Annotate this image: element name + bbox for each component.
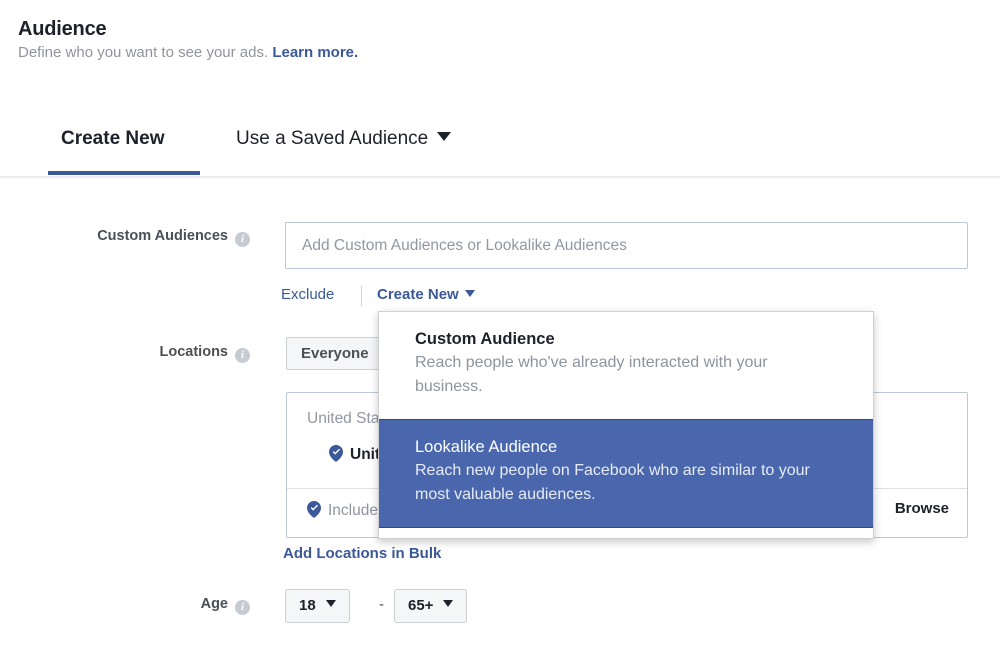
- age-max-select[interactable]: 65+: [394, 589, 468, 623]
- custom-audiences-label: Custom Audiences i: [70, 228, 250, 247]
- map-pin-icon: [307, 501, 321, 518]
- audience-tabs: Create New Use a Saved Audience: [0, 128, 1000, 177]
- exclude-link[interactable]: Exclude: [281, 286, 334, 303]
- dropdown-item-description: Reach new people on Facebook who are sim…: [415, 462, 810, 503]
- page-subtitle: Define who you want to see your ads. Lea…: [18, 44, 358, 61]
- age-label: Age i: [70, 596, 250, 615]
- info-icon[interactable]: i: [235, 600, 250, 615]
- tab-use-saved-audience-label: Use a Saved Audience: [236, 128, 429, 149]
- browse-button[interactable]: Browse: [895, 500, 949, 517]
- info-icon[interactable]: i: [235, 348, 250, 363]
- locations-label: Locations i: [70, 344, 250, 363]
- create-new-label: Create New: [377, 286, 459, 303]
- active-tab-underline: [48, 171, 200, 175]
- audience-panel: Audience Define who you want to see your…: [0, 0, 1000, 645]
- locations-label-text: Locations: [159, 344, 228, 360]
- age-separator: -: [379, 596, 384, 613]
- dropdown-item-lookalike-audience[interactable]: Lookalike Audience Reach new people on F…: [379, 419, 873, 528]
- age-min-value: 18: [299, 597, 316, 614]
- chevron-down-icon: [325, 600, 336, 607]
- custom-audiences-label-text: Custom Audiences: [97, 228, 228, 244]
- map-pin-icon: [329, 445, 343, 462]
- tab-use-saved-audience[interactable]: Use a Saved Audience: [236, 128, 452, 150]
- learn-more-link[interactable]: Learn more.: [272, 44, 358, 61]
- age-label-text: Age: [200, 596, 228, 612]
- dropdown-item-title: Custom Audience: [415, 330, 555, 348]
- locations-search-placeholder: Include: [328, 502, 378, 519]
- create-new-dropdown-menu: Custom Audience Reach people who've alre…: [378, 311, 874, 539]
- header-divider: [0, 176, 1000, 178]
- tab-create-new[interactable]: Create New: [61, 128, 165, 150]
- link-divider: [361, 286, 362, 306]
- locations-search-input[interactable]: Include: [307, 501, 378, 520]
- add-locations-in-bulk-link[interactable]: Add Locations in Bulk: [283, 545, 441, 562]
- create-new-dropdown-trigger[interactable]: Create New: [377, 286, 475, 303]
- page-subtitle-text: Define who you want to see your ads.: [18, 44, 269, 61]
- page-title: Audience: [18, 18, 107, 40]
- dropdown-item-custom-audience[interactable]: Custom Audience Reach people who've alre…: [379, 312, 873, 419]
- age-min-select[interactable]: 18: [285, 589, 350, 623]
- dropdown-bottom-spacer: [379, 528, 873, 538]
- locations-scope-label: Everyone: [301, 345, 369, 362]
- info-icon[interactable]: i: [235, 232, 250, 247]
- chevron-down-icon: [443, 600, 454, 607]
- custom-audiences-input[interactable]: [285, 222, 968, 269]
- dropdown-item-description: Reach people who've already interacted w…: [415, 354, 768, 395]
- age-max-value: 65+: [408, 597, 434, 614]
- chevron-down-icon: [437, 132, 452, 141]
- dropdown-item-title: Lookalike Audience: [415, 438, 558, 456]
- chevron-down-icon: [464, 290, 475, 297]
